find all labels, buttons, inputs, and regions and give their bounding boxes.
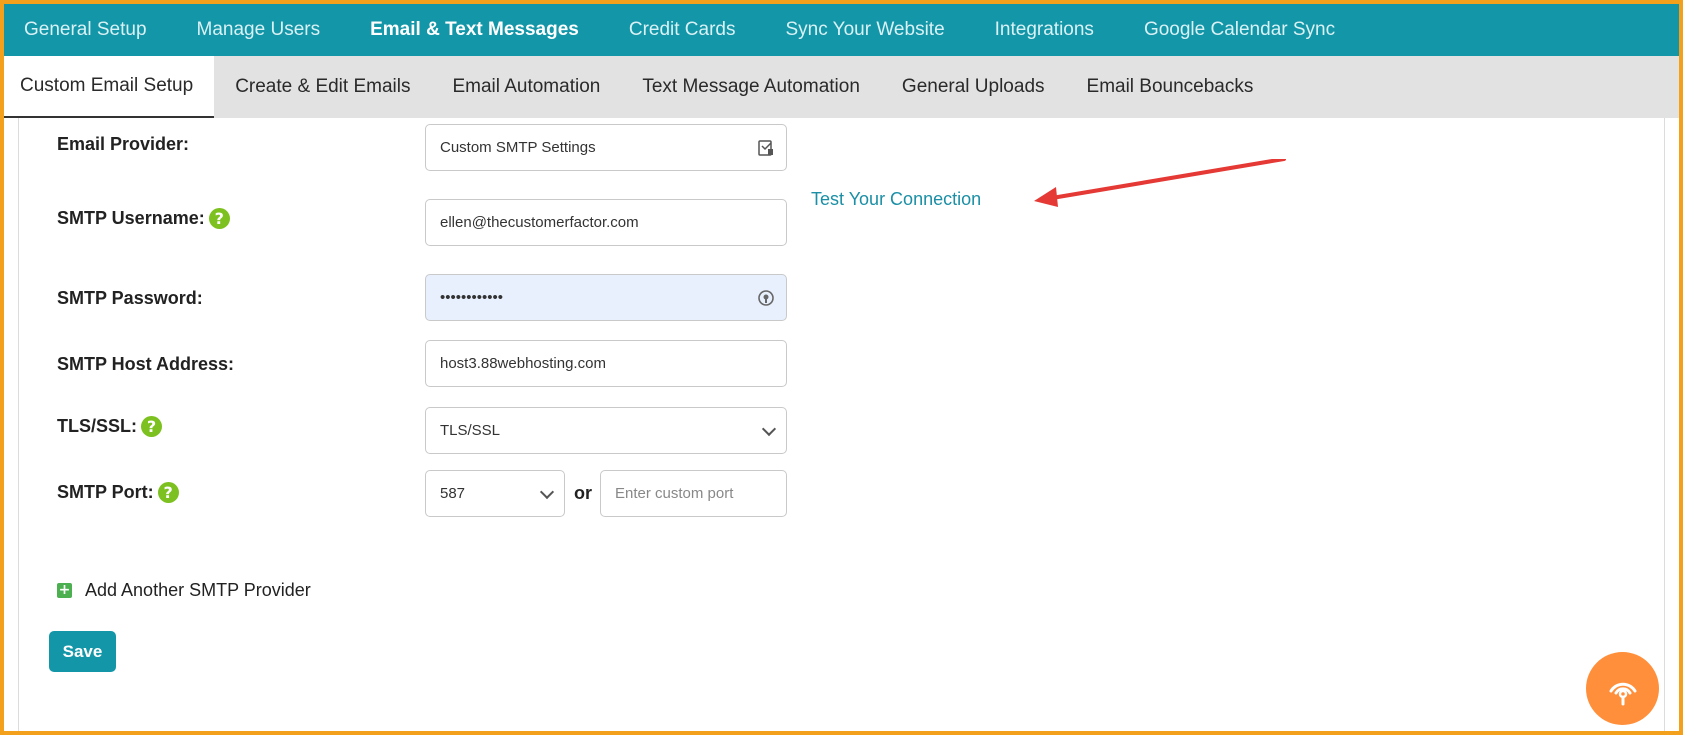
smtp-host-label-text: SMTP Host Address:: [57, 354, 235, 374]
smtp-password-value: ••••••••••••: [440, 289, 504, 306]
smtp-password-label: SMTP Password:: [57, 288, 203, 309]
test-connection-link[interactable]: Test Your Connection: [811, 189, 981, 210]
custom-port-input[interactable]: Enter custom port: [600, 470, 787, 517]
smtp-settings-form: Email Provider: Custom SMTP Settings SMT…: [18, 118, 1665, 731]
smtp-password-field[interactable]: ••••••••••••: [425, 274, 787, 321]
tab-manage-users[interactable]: Manage Users: [197, 19, 321, 41]
email-provider-value: Custom SMTP Settings: [440, 139, 596, 156]
email-provider-select[interactable]: Custom SMTP Settings: [425, 124, 787, 171]
smtp-username-label: SMTP Username: ?: [57, 208, 230, 229]
smtp-username-label-text: SMTP Username:: [57, 208, 205, 228]
smtp-username-field[interactable]: ellen@thecustomerfactor.com: [425, 199, 787, 246]
app-frame: General Setup Manage Users Email & Text …: [4, 4, 1679, 731]
plus-icon: +: [57, 582, 72, 598]
chevron-down-icon: [539, 484, 555, 499]
subtab-email-bouncebacks[interactable]: Email Bouncebacks: [1066, 56, 1275, 118]
or-separator: or: [574, 483, 592, 503]
broadcast-fab-button[interactable]: [1586, 652, 1659, 725]
help-icon[interactable]: ?: [157, 482, 179, 503]
tls-ssl-label-text: TLS/SSL:: [57, 416, 137, 436]
email-provider-label: Email Provider:: [57, 134, 189, 155]
subtab-create-edit-emails[interactable]: Create & Edit Emails: [214, 56, 431, 118]
add-smtp-provider-label: Add Another SMTP Provider: [85, 580, 311, 600]
custom-port-placeholder: Enter custom port: [615, 485, 734, 502]
tab-google-calendar-sync[interactable]: Google Calendar Sync: [1144, 19, 1335, 41]
annotation-arrow: [1034, 159, 1286, 207]
subtab-email-automation[interactable]: Email Automation: [431, 56, 621, 118]
smtp-port-label: SMTP Port: ?: [57, 482, 179, 503]
subtab-general-uploads[interactable]: General Uploads: [881, 56, 1066, 118]
smtp-port-value: 587: [440, 485, 466, 502]
tab-email-text-messages[interactable]: Email & Text Messages: [370, 19, 579, 41]
top-nav: General Setup Manage Users Email & Text …: [4, 4, 1679, 56]
key-icon[interactable]: [756, 288, 776, 308]
subtab-custom-email-setup[interactable]: Custom Email Setup: [4, 56, 215, 118]
smtp-host-field[interactable]: host3.88webhosting.com: [425, 340, 787, 387]
tab-sync-your-website[interactable]: Sync Your Website: [786, 19, 945, 41]
smtp-host-value: host3.88webhosting.com: [440, 355, 606, 372]
add-smtp-provider-button[interactable]: + Add Another SMTP Provider: [57, 580, 311, 601]
smtp-password-label-text: SMTP Password:: [57, 288, 203, 308]
sub-nav: Custom Email Setup Create & Edit Emails …: [4, 56, 1679, 118]
contact-card-icon: [756, 138, 776, 158]
tls-ssl-select[interactable]: TLS/SSL: [425, 407, 787, 454]
tls-ssl-value: TLS/SSL: [440, 422, 501, 439]
smtp-port-select[interactable]: 587: [425, 470, 565, 517]
smtp-host-label: SMTP Host Address:: [57, 354, 234, 375]
email-provider-label-text: Email Provider:: [57, 134, 190, 154]
save-button[interactable]: Save: [49, 631, 116, 672]
help-icon[interactable]: ?: [208, 208, 230, 229]
broadcast-icon: [1609, 682, 1636, 705]
tls-ssl-label: TLS/SSL: ?: [57, 416, 162, 437]
subtab-text-message-automation[interactable]: Text Message Automation: [621, 56, 881, 118]
tab-integrations[interactable]: Integrations: [995, 19, 1094, 41]
tab-general-setup[interactable]: General Setup: [24, 19, 147, 41]
tab-credit-cards[interactable]: Credit Cards: [629, 19, 736, 41]
help-icon[interactable]: ?: [141, 416, 162, 437]
chevron-down-icon: [761, 421, 777, 436]
smtp-username-value: ellen@thecustomerfactor.com: [440, 214, 639, 231]
smtp-port-label-text: SMTP Port:: [57, 482, 154, 502]
